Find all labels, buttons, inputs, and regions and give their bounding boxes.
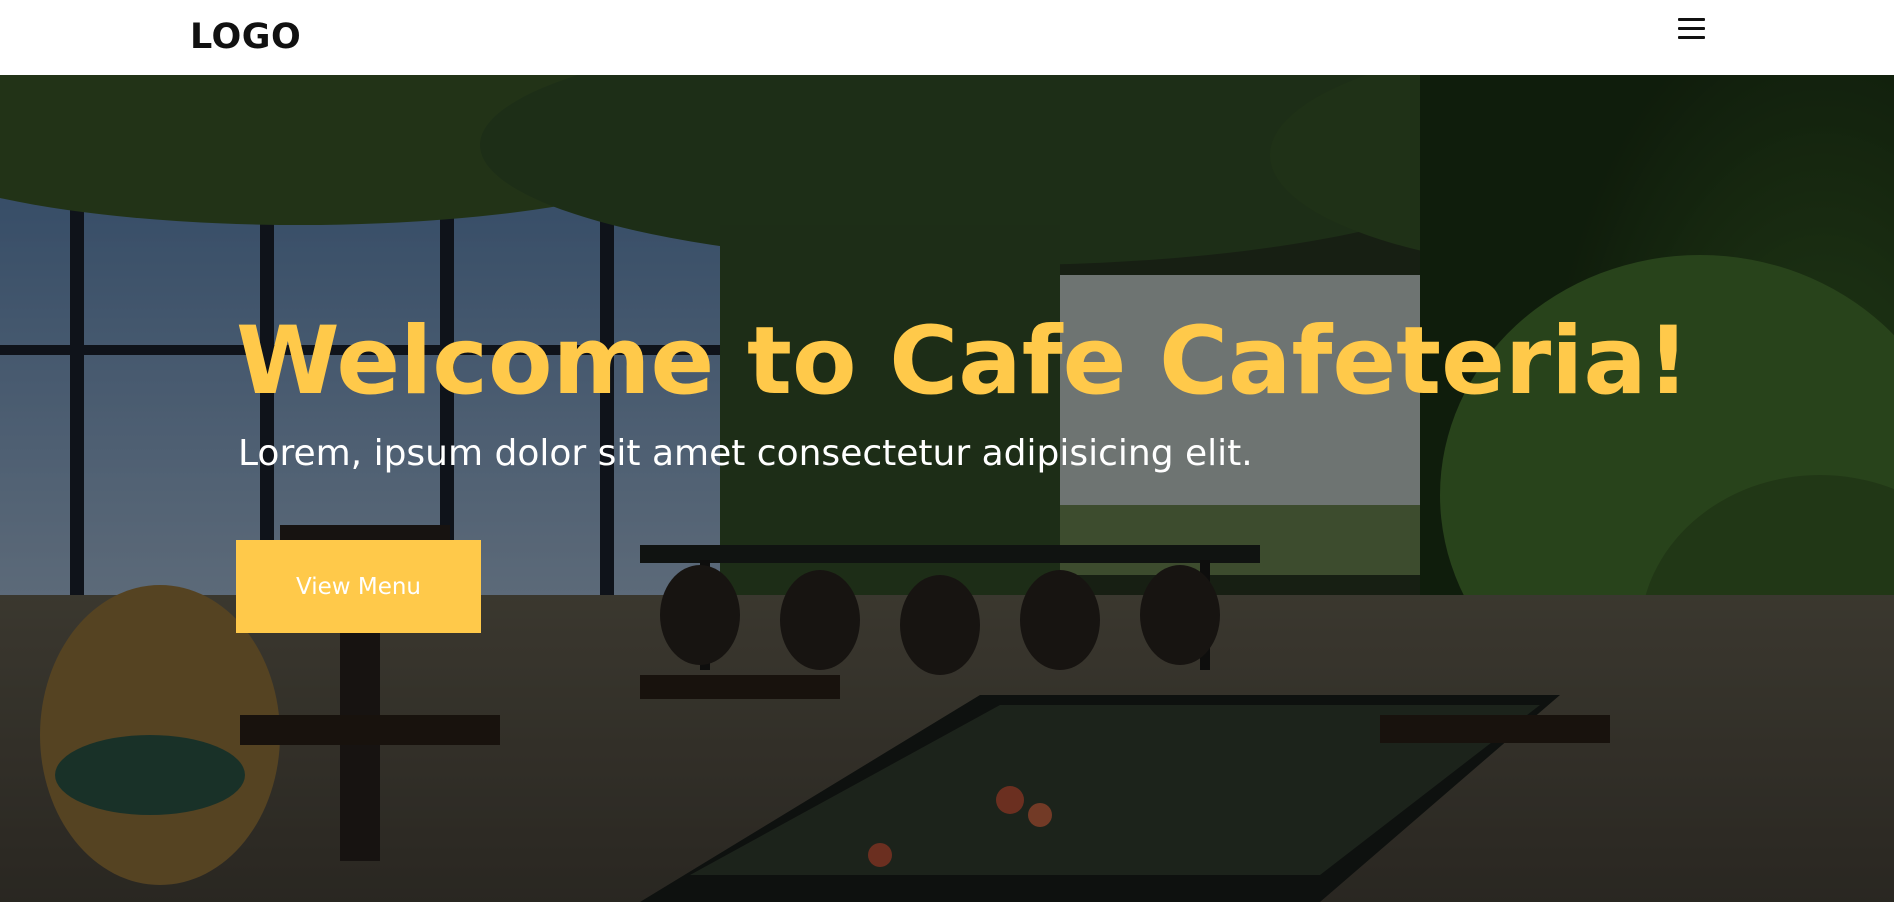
top-navbar: LOGO [0,0,1894,75]
hero-content: Welcome to Cafe Cafeteria! Lorem, ipsum … [236,307,1736,633]
hero-subtitle: Lorem, ipsum dolor sit amet consectetur … [238,433,1253,475]
hero-section: Welcome to Cafe Cafeteria! Lorem, ipsum … [0,75,1894,902]
logo[interactable]: LOGO [190,17,301,57]
hamburger-menu-icon[interactable] [1678,16,1708,42]
hero-dark-overlay [0,75,1894,902]
hero-title: Welcome to Cafe Cafeteria! [236,307,1690,416]
view-menu-button[interactable]: View Menu [236,540,481,633]
